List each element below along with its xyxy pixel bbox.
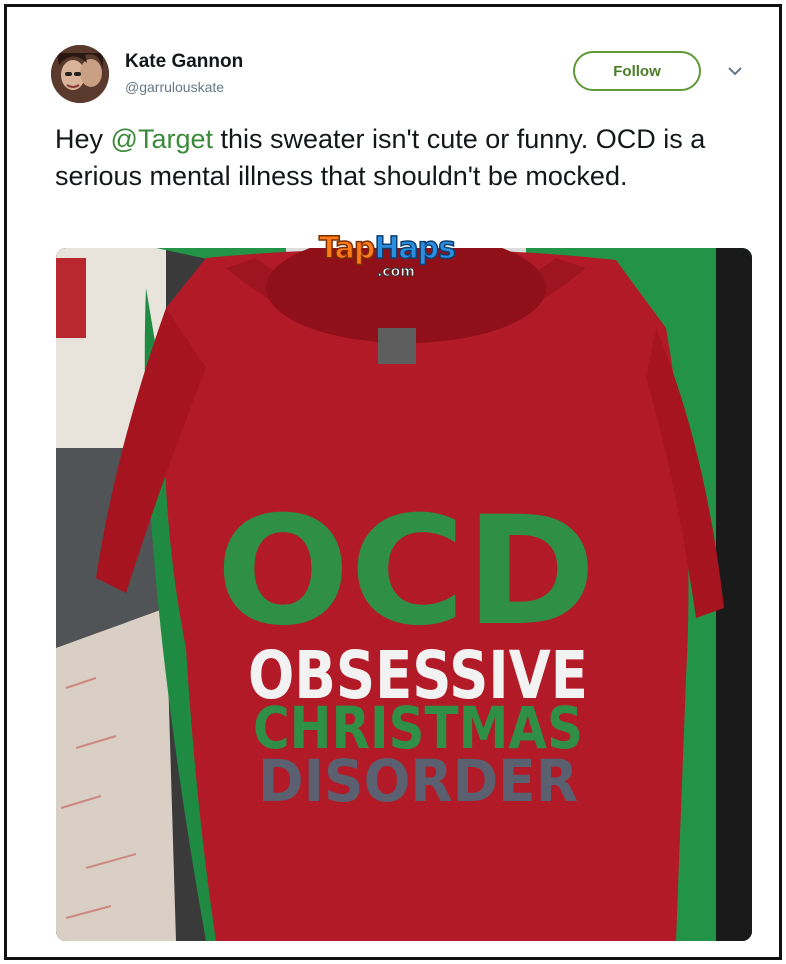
mention-link[interactable]: @Target [111,124,213,154]
author-name[interactable]: Kate Gannon [125,51,243,73]
tweet-card: Kate Gannon @garrulouskate Follow Hey @T… [4,4,782,960]
sweater-line-disorder: DISORDER [258,747,578,815]
tweet-photo[interactable]: OCD OBSESSIVE CHRISTMAS DISORDER [56,248,752,941]
tweet-text: Hey @Target this sweater isn't cute or f… [55,121,755,195]
watermark-logo: TapHaps .com [318,230,489,281]
chevron-down-icon[interactable] [725,61,745,81]
watermark-domain: .com [377,264,416,281]
follow-button[interactable]: Follow [573,51,701,91]
watermark-part1: Tap [318,230,376,267]
watermark-part2: Haps [374,230,457,267]
avatar[interactable] [51,45,109,103]
tweet-header: Kate Gannon @garrulouskate Follow [51,45,751,109]
author-handle[interactable]: @garrulouskate [125,79,224,95]
sweater-line-ocd: OCD [216,485,596,659]
tweet-text-start: Hey [55,124,111,154]
